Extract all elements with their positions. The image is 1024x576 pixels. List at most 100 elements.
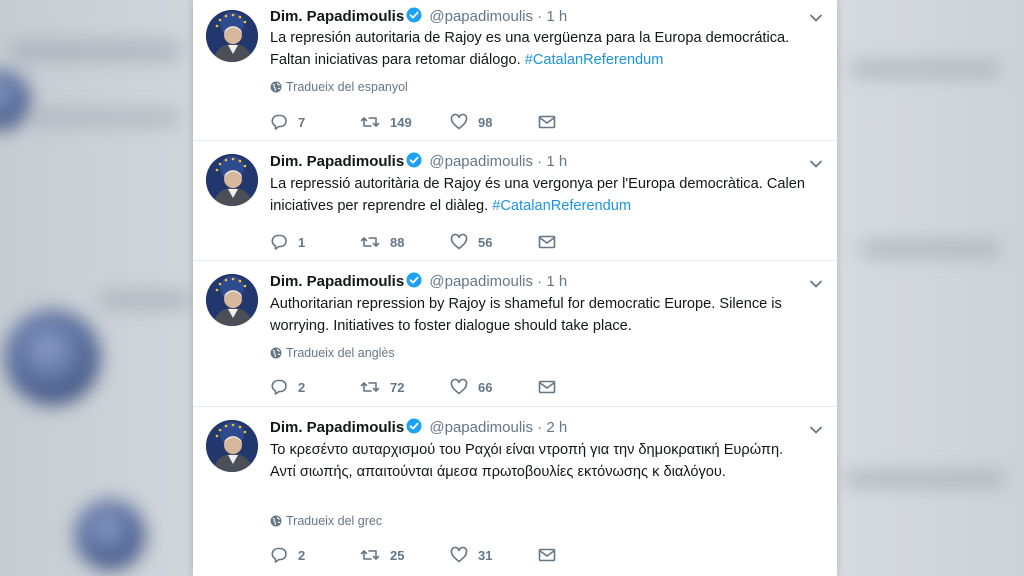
background-avatar: [75, 500, 145, 570]
reply-button[interactable]: 2: [270, 545, 305, 565]
tweet-header: Dim. Papadimoulis @papadimoulis · 1 h: [270, 272, 567, 292]
retweet-icon: [360, 550, 380, 560]
timestamp[interactable]: 1 h: [546, 153, 567, 170]
like-button[interactable]: 56: [450, 232, 492, 252]
globe-icon: [270, 515, 282, 527]
tweet-timeline: Dim. Papadimoulis @papadimoulis · 1 h La…: [193, 0, 837, 576]
tweet-header: Dim. Papadimoulis @papadimoulis · 1 h: [270, 152, 567, 172]
retweet-count: 88: [390, 234, 405, 250]
tweet-text: La represión autoritaria de Rajoy es una…: [270, 27, 810, 71]
globe-icon: [270, 81, 282, 93]
separator: ·: [537, 8, 543, 25]
chevron-down-icon[interactable]: [809, 277, 823, 291]
message-button[interactable]: [538, 545, 556, 565]
message-button[interactable]: [538, 112, 556, 132]
reply-count: 7: [298, 114, 306, 130]
chevron-down-icon[interactable]: [809, 11, 823, 25]
reply-icon: [271, 234, 287, 250]
translate-link[interactable]: Tradueix del espanyol: [270, 80, 408, 94]
background-text: [845, 470, 1005, 488]
like-count: 98: [478, 114, 493, 130]
background-avatar: [5, 310, 100, 405]
message-button[interactable]: [538, 377, 556, 397]
globe-icon: [270, 347, 282, 359]
reply-icon: [271, 114, 287, 130]
author-handle[interactable]: @papadimoulis: [429, 273, 533, 290]
tweet-item[interactable]: Dim. Papadimoulis @papadimoulis · 1 h Au…: [193, 261, 837, 407]
separator: ·: [537, 273, 543, 290]
message-icon: [538, 235, 556, 249]
reply-count: 1: [298, 234, 306, 250]
chevron-down-icon[interactable]: [809, 157, 823, 171]
avatar[interactable]: [206, 154, 258, 206]
background-text: [860, 240, 1000, 258]
avatar[interactable]: [206, 274, 258, 326]
avatar[interactable]: [206, 420, 258, 472]
like-count: 66: [478, 379, 493, 395]
background-text: [30, 110, 180, 126]
retweet-icon: [360, 117, 380, 127]
like-icon: [450, 113, 468, 130]
author-handle[interactable]: @papadimoulis: [429, 8, 533, 25]
retweet-count: 25: [390, 547, 405, 563]
retweet-button[interactable]: 72: [360, 377, 404, 397]
author-name[interactable]: Dim. Papadimoulis: [270, 8, 404, 25]
tweet-body: Το κρεσέντο αυταρχισμού του Ραχόι είναι …: [270, 442, 784, 480]
author-handle[interactable]: @papadimoulis: [429, 153, 533, 170]
tweet-header: Dim. Papadimoulis @papadimoulis · 2 h: [270, 418, 567, 438]
timestamp[interactable]: 2 h: [546, 419, 567, 436]
like-count: 56: [478, 234, 493, 250]
background-text: [850, 60, 1000, 78]
like-button[interactable]: 98: [450, 112, 492, 132]
retweet-button[interactable]: 88: [360, 232, 404, 252]
chevron-down-icon[interactable]: [809, 423, 823, 437]
like-button[interactable]: 31: [450, 545, 492, 565]
separator: ·: [537, 153, 543, 170]
like-icon: [450, 233, 468, 250]
like-count: 31: [478, 547, 493, 563]
tweet-item[interactable]: Dim. Papadimoulis @papadimoulis · 2 h Το…: [193, 407, 837, 576]
hashtag-link[interactable]: #CatalanReferendum: [525, 52, 664, 68]
reply-button[interactable]: 2: [270, 377, 305, 397]
retweet-icon: [360, 237, 380, 247]
author-name[interactable]: Dim. Papadimoulis: [270, 273, 404, 290]
reply-button[interactable]: 1: [270, 232, 305, 252]
timestamp[interactable]: 1 h: [546, 8, 567, 25]
verified-badge-icon: [406, 7, 422, 29]
message-icon: [538, 548, 556, 562]
tweet-body: Authoritarian repression by Rajoy is sha…: [270, 296, 782, 334]
tweet-item[interactable]: Dim. Papadimoulis @papadimoulis · 1 h La…: [193, 0, 837, 141]
tweet-text: Authoritarian repression by Rajoy is sha…: [270, 293, 810, 337]
tweet-item[interactable]: Dim. Papadimoulis @papadimoulis · 1 h La…: [193, 141, 837, 261]
retweet-count: 72: [390, 379, 405, 395]
translate-label: Tradueix del anglès: [286, 346, 395, 360]
hashtag-link[interactable]: #CatalanReferendum: [492, 198, 631, 214]
author-name[interactable]: Dim. Papadimoulis: [270, 153, 404, 170]
background-avatar: [0, 70, 30, 130]
retweet-icon: [360, 382, 380, 392]
reply-button[interactable]: 7: [270, 112, 305, 132]
retweet-count: 149: [390, 114, 412, 130]
tweet-text: Το κρεσέντο αυταρχισμού του Ραχόι είναι …: [270, 439, 810, 483]
timestamp[interactable]: 1 h: [546, 273, 567, 290]
separator: ·: [537, 419, 543, 436]
like-button[interactable]: 66: [450, 377, 492, 397]
retweet-button[interactable]: 25: [360, 545, 404, 565]
translate-label: Tradueix del espanyol: [286, 80, 408, 94]
reply-icon: [271, 379, 287, 395]
reply-icon: [271, 547, 287, 563]
message-icon: [538, 380, 556, 394]
translate-link[interactable]: Tradueix del grec: [270, 514, 382, 528]
translate-label: Tradueix del grec: [286, 514, 383, 528]
author-name[interactable]: Dim. Papadimoulis: [270, 419, 404, 436]
message-icon: [538, 115, 556, 129]
author-handle[interactable]: @papadimoulis: [429, 419, 533, 436]
translate-link[interactable]: Tradueix del anglès: [270, 346, 395, 360]
tweet-text: La repressió autoritària de Rajoy és una…: [270, 173, 810, 217]
reply-count: 2: [298, 379, 306, 395]
avatar[interactable]: [206, 10, 258, 62]
message-button[interactable]: [538, 232, 556, 252]
verified-badge-icon: [406, 152, 422, 174]
retweet-button[interactable]: 149: [360, 112, 412, 132]
verified-badge-icon: [406, 418, 422, 440]
